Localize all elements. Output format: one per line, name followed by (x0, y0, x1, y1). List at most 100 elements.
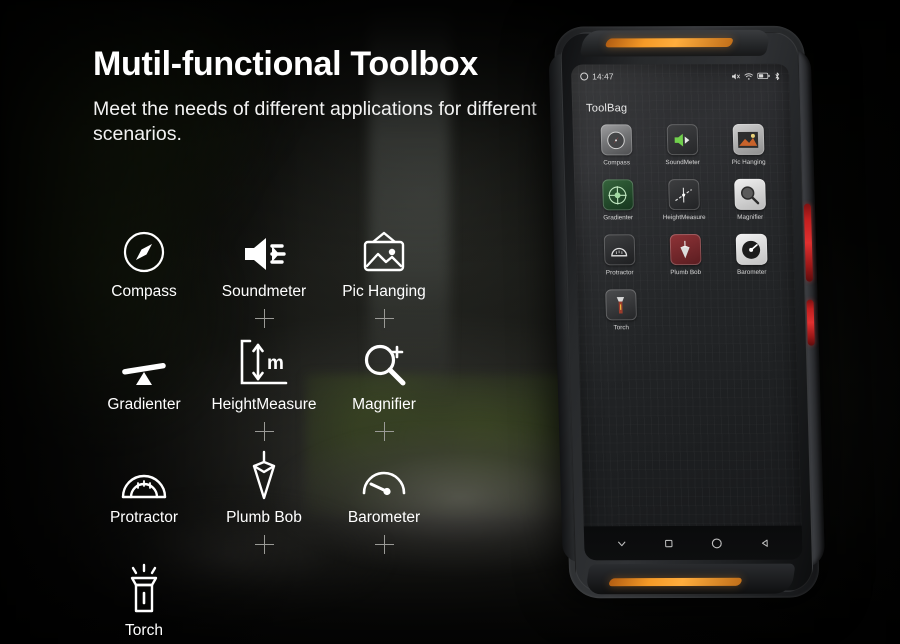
phone-mockup: 14:47 ToolBag Compass SoundMeter Pic Han… (531, 8, 878, 629)
wifi-icon (744, 72, 753, 80)
feature-torch: Torch (84, 561, 204, 640)
heading-block: Mutil-functional Toolbox Meet the needs … (93, 45, 553, 147)
mute-icon (731, 72, 740, 79)
chevron-down-icon[interactable] (616, 538, 627, 549)
feature-grid: Compass Soundmeter Pic Hanging Gradiente… (84, 222, 444, 640)
plumb-bob-icon (244, 448, 284, 502)
gradienter-app-icon (601, 179, 634, 211)
compass-icon (120, 222, 168, 276)
status-bar: 14:47 (571, 64, 790, 89)
power-button[interactable] (806, 299, 815, 346)
soundmeter-icon (239, 222, 289, 276)
app-plumb-bob[interactable]: Plumb Bob (652, 234, 719, 276)
gradienter-icon (118, 335, 170, 389)
feature-label: Gradienter (107, 396, 181, 413)
app-label: Torch (613, 324, 630, 332)
feature-gradienter: Gradienter (84, 335, 204, 414)
feature-row-1: Compass Soundmeter Pic Hanging (84, 222, 444, 301)
app-label: Gradienter (603, 214, 634, 222)
app-title: ToolBag (585, 102, 628, 115)
feature-barometer: Barometer (324, 448, 444, 527)
feature-row-3: Protractor Plumb Bob Barometer (84, 448, 444, 527)
home-circle-icon[interactable] (710, 536, 723, 549)
feature-label: Soundmeter (221, 283, 307, 300)
status-time: 14:47 (592, 71, 614, 82)
app-label: Pic Hanging (731, 158, 766, 166)
feature-protractor: Protractor (84, 448, 204, 527)
barometer-icon (359, 448, 409, 502)
feature-soundmeter: Soundmeter (204, 222, 324, 301)
app-row-2: Gradienter HeightMeasure Magnifier (584, 178, 784, 235)
plus-row-1 (84, 301, 444, 335)
pic-hanging-icon (358, 222, 410, 276)
camera-punch-hole-icon (580, 72, 589, 81)
app-label: Plumb Bob (670, 269, 702, 277)
app-grid: Compass SoundMeter Pic Hanging Gradiente… (583, 123, 787, 345)
app-magnifier[interactable]: Magnifier (716, 178, 783, 221)
protractor-app-icon (603, 234, 636, 266)
phone-screen: 14:47 ToolBag Compass SoundMeter Pic Han… (570, 63, 803, 561)
feature-label: Compass (111, 283, 177, 300)
back-triangle-icon[interactable] (759, 537, 770, 548)
feature-pic-hanging: Pic Hanging (324, 222, 444, 301)
battery-icon (757, 72, 770, 80)
plus-row-3 (84, 527, 444, 561)
torch-icon (122, 561, 166, 615)
torch-app-icon (604, 289, 637, 321)
feature-height-measure: m HeightMeasure (204, 335, 324, 414)
feature-label: HeightMeasure (211, 396, 317, 413)
app-protractor[interactable]: Protractor (586, 234, 653, 276)
page-subtitle: Meet the needs of different applications… (93, 98, 537, 146)
feature-label: Plumb Bob (226, 509, 302, 526)
page-title: Mutil-functional Toolbox (93, 45, 478, 83)
plus-marker (374, 308, 394, 328)
feature-magnifier: Magnifier (324, 335, 444, 414)
app-row-3: Protractor Plumb Bob Barometer (586, 233, 786, 290)
orange-accent-bottom (607, 577, 743, 587)
app-row-4: Torch (587, 289, 787, 345)
feature-label: Torch (125, 622, 163, 639)
soundmeter-app-icon (666, 124, 698, 156)
app-row-1: Compass SoundMeter Pic Hanging (583, 123, 783, 180)
height-measure-app-icon (667, 179, 700, 211)
barometer-app-icon (735, 233, 768, 265)
feature-label: Pic Hanging (342, 283, 426, 300)
plus-row-2 (84, 414, 444, 448)
app-label: SoundMeter (665, 159, 700, 167)
app-label: Compass (603, 159, 631, 167)
app-label: Barometer (736, 268, 767, 276)
bluetooth-icon (775, 72, 780, 80)
orange-accent-top (604, 37, 735, 48)
app-barometer[interactable]: Barometer (718, 233, 785, 276)
pic-hanging-app-icon (732, 123, 764, 155)
plus-marker (254, 421, 274, 441)
app-label: Protractor (605, 269, 634, 277)
app-compass[interactable]: Compass (583, 124, 650, 166)
svg-text:m: m (267, 353, 284, 374)
navigation-bar (583, 525, 803, 561)
protractor-icon (118, 448, 170, 502)
compass-app-icon (600, 124, 632, 156)
magnifier-icon (359, 335, 409, 389)
app-pic-hanging[interactable]: Pic Hanging (715, 123, 782, 166)
feature-plumb-bob: Plumb Bob (204, 448, 324, 527)
app-label: Magnifier (737, 213, 764, 221)
feature-label: Magnifier (352, 396, 416, 413)
app-torch[interactable]: Torch (587, 289, 654, 331)
app-label: HeightMeasure (662, 214, 706, 222)
feature-compass: Compass (84, 222, 204, 301)
recents-square-icon[interactable] (663, 538, 674, 549)
plus-marker (374, 421, 394, 441)
promo-banner: Mutil-functional Toolbox Meet the needs … (0, 0, 900, 644)
plus-marker (254, 534, 274, 554)
feature-row-4: Torch (84, 561, 444, 640)
plumb-bob-app-icon (669, 234, 702, 266)
app-soundmeter[interactable]: SoundMeter (649, 124, 716, 166)
plus-marker (374, 534, 394, 554)
height-measure-icon: m (236, 335, 292, 389)
app-gradienter[interactable]: Gradienter (584, 179, 651, 221)
plus-marker (254, 308, 274, 328)
feature-label: Barometer (347, 509, 421, 526)
app-height-measure[interactable]: HeightMeasure (650, 179, 717, 221)
magnifier-app-icon (733, 178, 766, 210)
